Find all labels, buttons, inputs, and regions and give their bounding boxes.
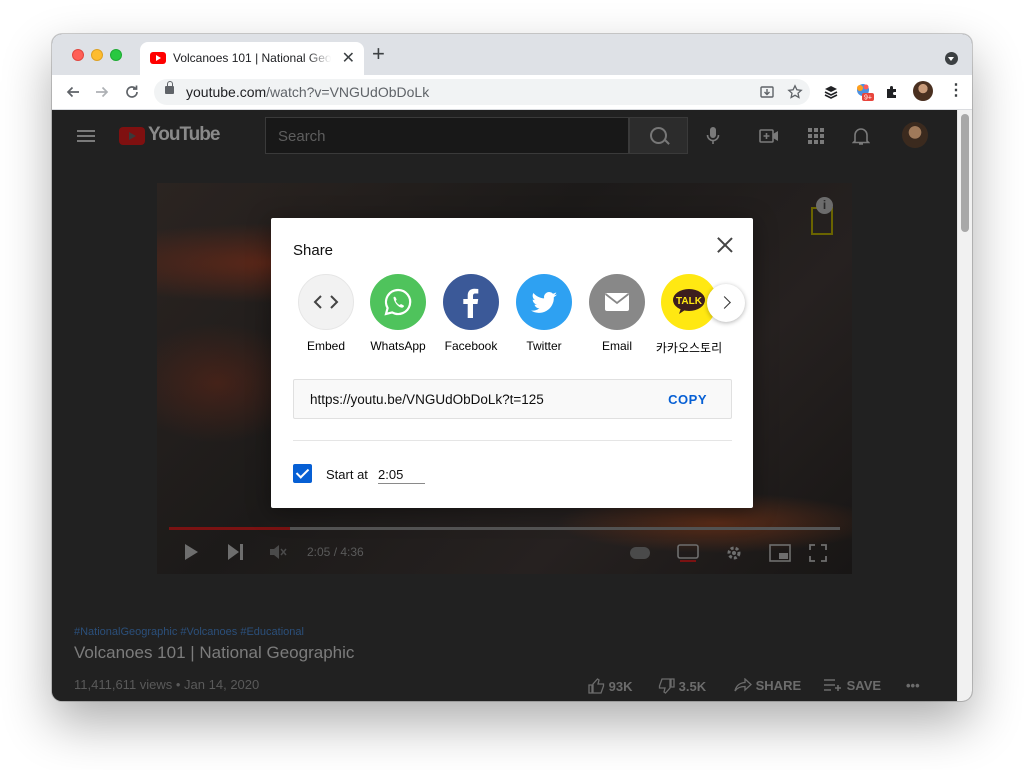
- install-app-icon[interactable]: [759, 84, 775, 100]
- tab-search-dropdown-icon[interactable]: [945, 52, 958, 65]
- address-bar[interactable]: youtube.com/watch?v=VNGUdObDoLk: [154, 79, 810, 105]
- like-button[interactable]: 93K: [588, 678, 632, 694]
- dialog-divider: [293, 440, 732, 441]
- video-progress-bar[interactable]: [169, 527, 840, 530]
- next-targets-chevron-icon[interactable]: [707, 284, 745, 322]
- tab-title: Volcanoes 101 | National Geographic: [173, 51, 331, 65]
- share-twitter[interactable]: Twitter: [507, 274, 581, 353]
- share-link-field[interactable]: https://youtu.be/VNGUdObDoLk?t=125 COPY: [293, 379, 732, 419]
- youtube-header: YouTube Search: [52, 110, 957, 166]
- fullscreen-icon[interactable]: [809, 544, 827, 562]
- embed-icon: [298, 274, 354, 330]
- share-whatsapp[interactable]: WhatsApp: [361, 274, 435, 353]
- url-text: youtube.com/watch?v=VNGUdObDoLk: [186, 84, 430, 100]
- video-hashtags[interactable]: #NationalGeographic #Volcanoes #Educatio…: [74, 626, 304, 638]
- share-dialog: Share Embed WhatsApp Facebook Twitter Em…: [271, 218, 753, 508]
- browser-toolbar: youtube.com/watch?v=VNGUdObDoLk 9+ ⋮: [52, 75, 972, 110]
- dislike-button[interactable]: 3.5K: [658, 678, 706, 694]
- share-button[interactable]: SHARE: [734, 677, 801, 693]
- apps-grid-icon[interactable]: [807, 127, 825, 145]
- share-label: Facebook: [444, 339, 498, 353]
- facebook-icon: [443, 274, 499, 330]
- tab-strip: Volcanoes 101 | National Geographic ✕ +: [52, 34, 972, 75]
- youtube-logo-text[interactable]: YouTube: [148, 124, 220, 146]
- play-icon[interactable]: [183, 543, 199, 561]
- share-embed[interactable]: Embed: [289, 274, 363, 353]
- profile-avatar[interactable]: [913, 81, 933, 101]
- subtitles-icon[interactable]: [677, 544, 699, 562]
- info-icon[interactable]: i: [816, 197, 833, 214]
- layers-extension-icon[interactable]: [823, 84, 839, 100]
- copy-button[interactable]: COPY: [668, 392, 707, 407]
- tab-close-icon[interactable]: ✕: [342, 48, 355, 68]
- thumbs-down-icon: [658, 678, 675, 694]
- next-video-icon[interactable]: [227, 543, 245, 561]
- notifications-bell-icon[interactable]: [852, 126, 870, 146]
- colorful-extension-icon[interactable]: 9+: [854, 82, 874, 102]
- menu-kebab-icon[interactable]: ⋮: [948, 81, 964, 101]
- page-scrollbar[interactable]: [957, 110, 972, 701]
- share-facebook[interactable]: Facebook: [434, 274, 508, 353]
- back-arrow-icon[interactable]: [65, 84, 81, 100]
- bookmark-star-icon[interactable]: [787, 84, 803, 100]
- share-arrow-icon: [734, 677, 752, 692]
- share-link[interactable]: https://youtu.be/VNGUdObDoLk?t=125: [310, 392, 544, 407]
- scrollbar-thumb[interactable]: [961, 114, 969, 232]
- new-tab-button[interactable]: +: [372, 43, 385, 65]
- create-video-icon[interactable]: [759, 128, 779, 144]
- share-email[interactable]: Email: [580, 274, 654, 353]
- share-label: Email: [601, 339, 632, 353]
- dialog-title: Share: [293, 242, 334, 259]
- search-button[interactable]: [629, 117, 688, 154]
- thumbs-up-icon: [588, 678, 605, 694]
- share-label: WhatsApp: [370, 339, 426, 353]
- youtube-logo-icon[interactable]: [119, 127, 145, 145]
- video-time: 2:05 / 4:36: [307, 545, 364, 559]
- microphone-icon[interactable]: [706, 126, 720, 146]
- control-icon[interactable]: [629, 546, 651, 560]
- more-actions-button[interactable]: •••: [906, 678, 920, 693]
- add-to-playlist-icon: [824, 679, 841, 691]
- start-at-label: Start at: [326, 467, 368, 482]
- start-at-time-input[interactable]: 2:05: [378, 466, 425, 484]
- close-window-button[interactable]: [72, 49, 84, 61]
- mute-icon[interactable]: [269, 543, 287, 561]
- youtube-favicon-icon: [150, 52, 166, 64]
- settings-gear-icon[interactable]: [725, 544, 743, 562]
- save-button[interactable]: SAVE: [823, 678, 881, 693]
- video-meta: 11,411,611 views • Jan 14, 2020: [74, 677, 260, 692]
- whatsapp-icon: [370, 274, 426, 330]
- search-input[interactable]: Search: [265, 117, 629, 154]
- svg-text:TALK: TALK: [676, 296, 703, 307]
- start-at-checkbox[interactable]: [293, 464, 312, 483]
- search-placeholder: Search: [278, 128, 326, 145]
- share-label: Twitter: [526, 339, 562, 353]
- share-label: Embed: [306, 339, 346, 353]
- account-avatar[interactable]: [902, 122, 928, 148]
- progress-fill: [169, 527, 290, 530]
- lock-icon[interactable]: [165, 81, 174, 94]
- extensions-puzzle-icon[interactable]: [884, 84, 900, 100]
- twitter-icon: [516, 274, 572, 330]
- email-icon: [589, 274, 645, 330]
- close-icon[interactable]: [715, 235, 735, 255]
- maximize-window-button[interactable]: [110, 49, 122, 61]
- video-title: Volcanoes 101 | National Geographic: [74, 643, 355, 662]
- svg-text:9+: 9+: [864, 95, 872, 102]
- share-label: 카카오스토리: [655, 341, 723, 355]
- reload-icon[interactable]: [124, 84, 140, 100]
- wide-icon[interactable]: [763, 546, 785, 562]
- hamburger-menu-icon[interactable]: [77, 130, 95, 142]
- forward-arrow-icon[interactable]: [94, 84, 110, 100]
- minimize-window-button[interactable]: [91, 49, 103, 61]
- browser-window: Volcanoes 101 | National Geographic ✕ + …: [52, 34, 972, 701]
- tab-youtube[interactable]: Volcanoes 101 | National Geographic ✕: [140, 42, 364, 75]
